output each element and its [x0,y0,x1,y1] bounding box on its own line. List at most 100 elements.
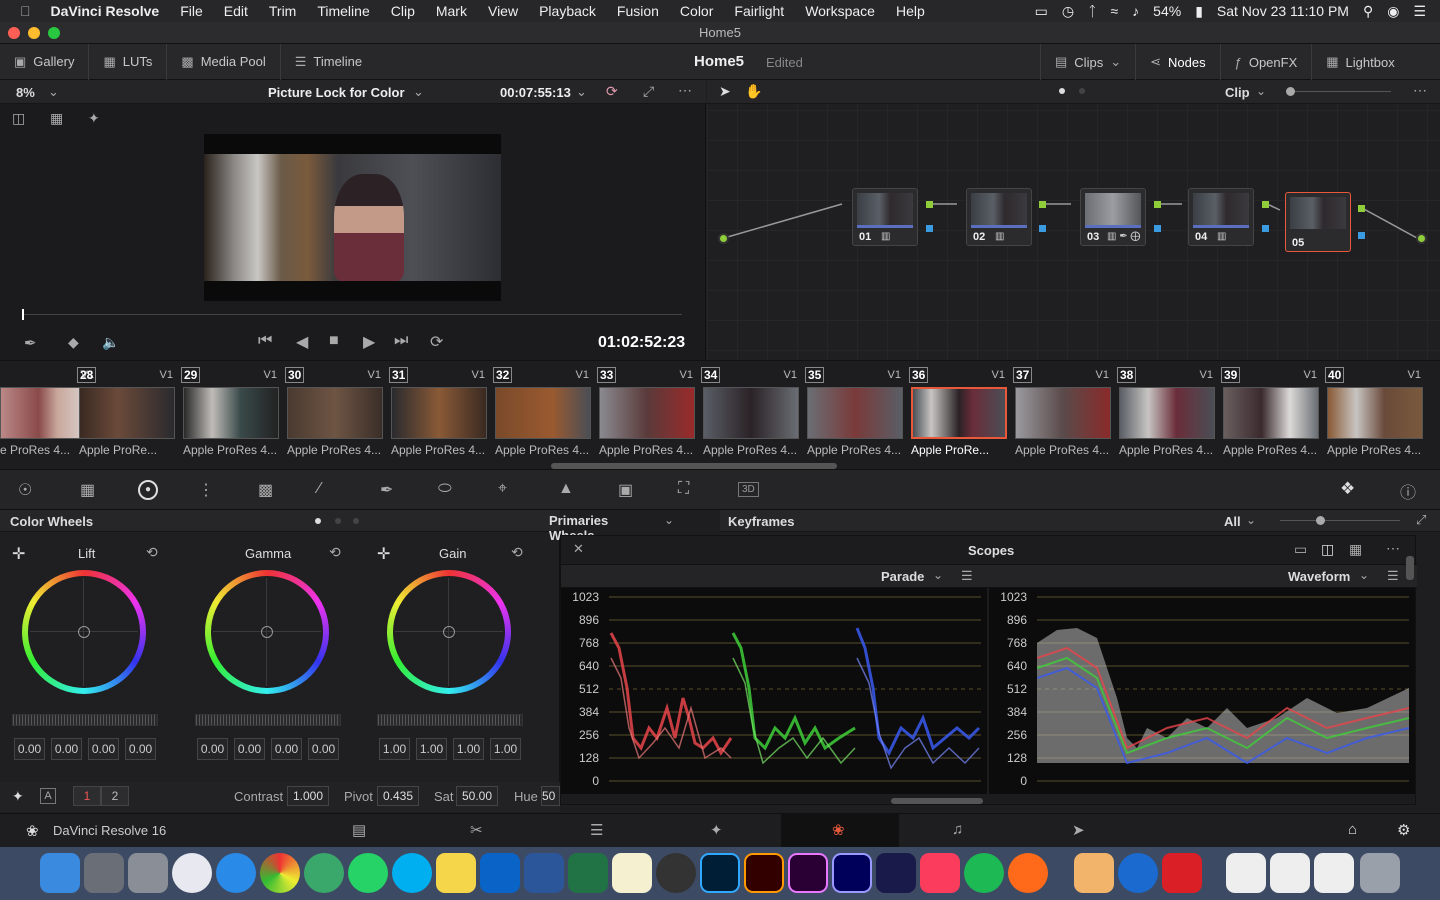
node-key-port[interactable] [1262,225,1269,232]
close-icon[interactable]: ✕ [573,541,584,557]
whatsapp-icon[interactable] [348,853,388,893]
lift-r-value[interactable]: 0.00 [51,738,82,760]
reset-icon[interactable]: ⟲ [511,544,523,561]
gain-b-value[interactable]: 1.00 [490,738,521,760]
chrome-icon[interactable] [260,853,300,893]
spotlight-search-icon[interactable]: ⚲ [1363,3,1373,20]
launchpad-icon[interactable] [84,853,124,893]
timeline-duration[interactable]: 00:07:55:13 [500,85,571,100]
rgb-mixer-icon[interactable]: ⋮ [198,480,214,500]
menu-trim[interactable]: Trim [269,3,296,19]
page-dot[interactable] [335,518,341,524]
dual-layout-icon[interactable]: ◫ [1321,541,1334,558]
edit-page-icon[interactable]: ☰ [590,821,603,839]
keyframes-toggle-icon[interactable]: ❖ [1340,479,1355,499]
creative-cloud-icon[interactable] [1162,853,1202,893]
stop-icon[interactable]: ■ [329,332,339,350]
stereo-3d-icon[interactable]: 3D [738,482,759,497]
primaries-page-1[interactable]: 1 [73,786,101,806]
app-icon[interactable] [172,853,212,893]
lift-wheel[interactable] [22,570,146,694]
lift-master-slider[interactable] [12,714,158,726]
gain-y-value[interactable]: 1.00 [379,738,410,760]
more-options-icon[interactable]: ⋯ [678,82,692,99]
cut-page-icon[interactable]: ✂ [470,821,483,839]
loop-icon[interactable]: ⟳ [430,332,443,352]
stickies-icon[interactable] [436,853,476,893]
key-icon[interactable]: ▣ [618,480,633,500]
node-05-selected[interactable]: 05 [1285,192,1351,252]
sizing-icon[interactable]: ⛶ [678,480,689,498]
left-scope-selector[interactable]: Parade [881,569,924,584]
play-reverse-icon[interactable]: ◀ [296,332,308,352]
auto-balance-icon[interactable]: ✦ [12,788,24,805]
qualifier-icon[interactable]: ✒ [380,480,393,500]
gamma-wheel-handle[interactable] [261,626,273,638]
clock[interactable]: Sat Nov 23 11:10 PM [1217,3,1349,19]
gain-wheel[interactable] [387,570,511,694]
chevron-down-icon[interactable]: ⌄ [1359,568,1369,582]
reset-icon[interactable]: ⟲ [146,544,158,561]
music-icon[interactable] [920,853,960,893]
premiere-icon[interactable] [788,853,828,893]
magic-wand-icon[interactable]: ✦ [88,110,100,127]
contrast-value[interactable]: 1.000 [287,786,329,806]
keyframes-zoom-handle[interactable] [1316,516,1325,525]
color-picker-icon[interactable]: ✒ [24,334,37,352]
home-icon[interactable]: ⌂ [1348,821,1357,838]
scope-settings-icon[interactable]: ☰ [961,568,973,584]
chevron-down-icon[interactable]: ⌄ [576,84,587,100]
siri-icon[interactable]: ◉ [1387,3,1399,20]
info-icon[interactable]: ⓘ [1400,479,1416,503]
color-wheels-tool-icon[interactable]: ● [138,480,158,500]
scopes-scrollbar[interactable] [891,798,983,804]
page-dot-active[interactable] [315,518,321,524]
expand-icon[interactable]: ⤢ [1416,512,1426,528]
clip-item[interactable]: 32 V1 Apple ProRes 4... [493,367,597,463]
menu-fairlight[interactable]: Fairlight [734,3,784,19]
document-thumbnail-icon[interactable] [1226,853,1266,893]
word-icon[interactable] [524,853,564,893]
deliver-page-icon[interactable]: ➤ [1072,821,1085,839]
apple-icon[interactable]:  [20,3,31,19]
menu-playback[interactable]: Playback [539,3,596,19]
outlook-icon[interactable] [480,853,520,893]
node-output-port[interactable] [1039,201,1046,208]
zoom-window-button[interactable] [48,27,60,39]
lift-y-value[interactable]: 0.00 [14,738,45,760]
fusion-page-icon[interactable]: ✦ [710,821,723,839]
node-key-port[interactable] [1358,232,1365,239]
reset-icon[interactable]: ⟲ [329,544,341,561]
battery-percent[interactable]: 54% [1153,3,1181,19]
document-thumbnail-icon[interactable] [1314,853,1354,893]
after-effects-icon[interactable] [832,853,872,893]
blur-icon[interactable]: ▲ [558,480,574,498]
playhead[interactable] [22,309,24,320]
clip-item[interactable]: 38 V1 Apple ProRes 4... [1117,367,1221,463]
menu-fusion[interactable]: Fusion [617,3,659,19]
node-key-port[interactable] [926,225,933,232]
color-page-tab[interactable]: ❀ [781,814,899,847]
close-window-button[interactable] [8,27,20,39]
notes-icon[interactable] [612,853,652,893]
gamma-b-value[interactable]: 0.00 [308,738,339,760]
clip-item-selected[interactable]: 36 V1 Apple ProRe... [909,367,1013,463]
notification-center-icon[interactable]: ☰ [1413,3,1426,20]
clip-item[interactable]: 40 V1 Apple ProRes 4... [1325,367,1429,463]
chevron-down-icon[interactable]: ⌄ [1246,513,1256,527]
fairlight-page-icon[interactable]: ♫ [952,821,963,838]
crosshair-icon[interactable]: ✛ [12,544,25,564]
right-scope-selector[interactable]: Waveform [1288,569,1350,584]
system-preferences-icon[interactable] [128,853,168,893]
viewer-zoom[interactable]: 8% [16,85,35,100]
curves-icon[interactable]: ∕ [318,480,321,498]
lift-b-value[interactable]: 0.00 [125,738,156,760]
more-options-icon[interactable]: ⋯ [1386,540,1400,557]
window-icon[interactable]: ⬭ [438,480,452,498]
node-04[interactable]: 04 ▥ [1188,188,1254,246]
clip-item[interactable]: 37 V1 Apple ProRes 4... [1013,367,1117,463]
node-03[interactable]: 03 ▥ ✒ ⨁ [1080,188,1146,246]
clips-button[interactable]: ▤ Clips ⌄ [1040,44,1137,80]
trash-icon[interactable] [1360,853,1400,893]
final-cut-icon[interactable] [876,853,916,893]
